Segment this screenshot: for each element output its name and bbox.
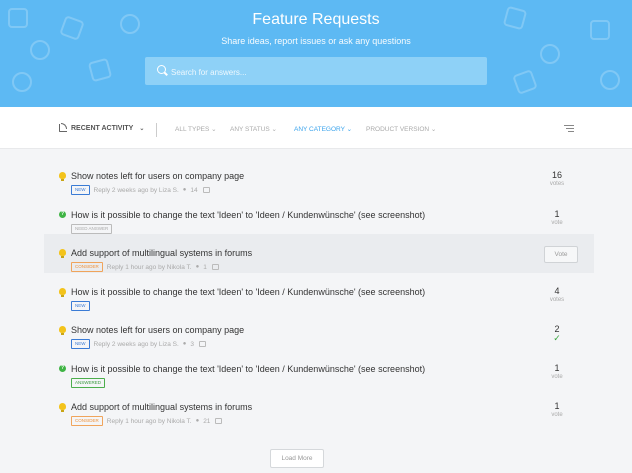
comment-count: 3 (190, 340, 195, 348)
chevron-down-icon: ⌄ (430, 126, 437, 133)
item-title[interactable]: Add support of multilingual systems in f… (71, 402, 252, 412)
vote-count: 1 vote (551, 208, 563, 226)
list-item[interactable]: Show notes left for users on company pag… (44, 157, 594, 196)
filter-category[interactable]: ANY CATEGORY ⌄ (294, 125, 352, 133)
item-meta: NEW (71, 300, 90, 311)
decor-icon (87, 57, 113, 83)
list-item[interactable]: Add support of multilingual systems in f… (44, 234, 594, 273)
comment-icon (211, 264, 219, 270)
status-badge: ANSWERED (71, 377, 106, 388)
menu-icon[interactable] (564, 125, 574, 134)
status-badge: CONSIDER (71, 262, 103, 272)
vote-count: 1 vote (551, 401, 563, 418)
vote-button[interactable]: Vote (544, 246, 578, 263)
idea-icon (59, 249, 66, 258)
filter-bar: RECENT ACTIVITY ⌄ ALL TYPES ⌄ ANY STATUS… (0, 107, 632, 149)
load-more-button[interactable]: Load More (270, 449, 324, 468)
vote-count: 4 votes (549, 285, 565, 303)
list-item[interactable]: ? How is it possible to change the text … (44, 196, 594, 235)
chevron-down-icon: ⌄ (211, 126, 217, 133)
item-meta: NEW Reply 2 weeks ago by Liza S. ● 3 (71, 339, 207, 349)
status-badge: NEW (71, 300, 90, 311)
vote-count: 2 ✓ (542, 324, 572, 343)
voted-check-icon: ✓ (553, 333, 561, 343)
decor-icon (600, 70, 620, 90)
item-meta: NEW Reply 2 weeks ago by Liza S. ● 14 (71, 185, 210, 195)
status-badge: NEW (71, 185, 90, 195)
status-badge: NEW (71, 339, 90, 349)
status-badge: NEED ANSWER (71, 223, 113, 234)
idea-icon (59, 403, 66, 412)
question-icon: ? (59, 364, 66, 372)
sort-label: RECENT ACTIVITY (71, 124, 134, 132)
idea-icon (59, 172, 66, 181)
item-meta: ANSWERED (71, 377, 106, 388)
separator-dot: ● (195, 264, 200, 270)
comment-count: 14 (190, 186, 198, 194)
request-list: Show notes left for users on company pag… (44, 157, 594, 427)
separator-dot: ● (182, 341, 187, 347)
list-item[interactable]: ? How is it possible to change the text … (44, 350, 594, 389)
page-subtitle: Share ideas, report issues or ask any qu… (221, 36, 411, 46)
item-title[interactable]: How is it possible to change the text 'I… (71, 210, 425, 220)
page-title: Feature Requests (252, 11, 380, 28)
list-item[interactable]: Add support of multilingual systems in f… (44, 388, 594, 427)
hero-banner: Feature Requests Share ideas, report iss… (0, 0, 632, 107)
search-box[interactable] (145, 57, 487, 85)
decor-icon (540, 44, 560, 64)
decor-icon (512, 69, 538, 95)
chevron-down-icon: ⌄ (346, 126, 353, 133)
separator-dot: ● (195, 418, 200, 424)
filter-types[interactable]: ALL TYPES ⌄ (175, 125, 217, 133)
item-activity: Reply 2 weeks ago by Liza S. (93, 186, 179, 194)
chevron-down-icon: ⌄ (139, 125, 145, 132)
vote-count: 16 votes (549, 170, 565, 187)
separator-dot: ● (182, 187, 187, 193)
item-activity: Reply 1 hour ago by Nikola T. (106, 263, 192, 271)
rss-icon (59, 123, 67, 132)
divider (156, 123, 157, 137)
filter-product-version[interactable]: PRODUCT VERSION ⌄ (366, 125, 436, 133)
item-meta: CONSIDER Reply 1 hour ago by Nikola T. ●… (71, 262, 219, 272)
comment-icon (215, 418, 223, 424)
item-title[interactable]: Add support of multilingual systems in f… (71, 248, 252, 258)
list-item[interactable]: Show notes left for users on company pag… (44, 311, 594, 350)
item-title[interactable]: Show notes left for users on company pag… (71, 325, 244, 335)
item-activity: Reply 2 weeks ago by Liza S. (93, 340, 179, 348)
item-title[interactable]: How is it possible to change the text 'I… (71, 287, 425, 297)
item-title[interactable]: Show notes left for users on company pag… (71, 171, 244, 181)
item-activity: Reply 1 hour ago by Nikola T. (106, 417, 192, 425)
comment-icon (202, 187, 210, 193)
list-item[interactable]: How is it possible to change the text 'I… (44, 273, 594, 312)
comment-icon (199, 341, 207, 347)
idea-icon (59, 326, 66, 335)
chevron-down-icon: ⌄ (271, 126, 277, 133)
search-icon (157, 65, 166, 74)
item-title[interactable]: How is it possible to change the text 'I… (71, 364, 425, 374)
comment-count: 1 (203, 263, 207, 271)
item-meta: CONSIDER Reply 1 hour ago by Nikola T. ●… (71, 416, 223, 426)
question-icon: ? (59, 210, 66, 218)
comment-count: 21 (203, 417, 211, 425)
idea-icon (59, 287, 66, 297)
decor-icon (12, 72, 32, 92)
search-input[interactable] (169, 63, 473, 81)
sort-dropdown[interactable]: RECENT ACTIVITY ⌄ (59, 123, 145, 132)
vote-count: 1 vote (551, 362, 563, 380)
item-meta: NEED ANSWER (71, 223, 113, 234)
status-badge: CONSIDER (71, 416, 103, 426)
filter-status[interactable]: ANY STATUS ⌄ (230, 125, 277, 133)
